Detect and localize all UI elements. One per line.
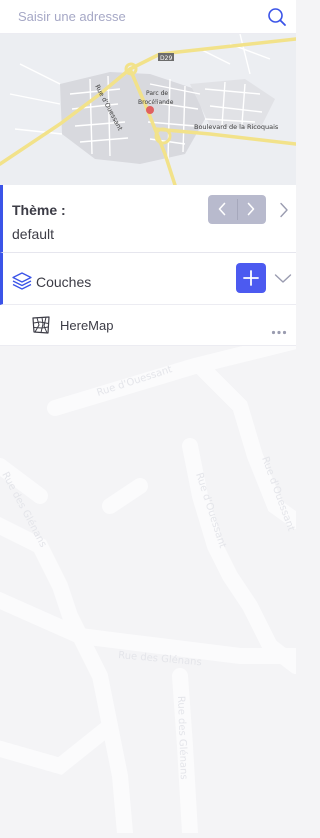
chevron-right-icon: [247, 202, 255, 216]
chevron-down-icon: [274, 274, 292, 283]
theme-section: Thème : default: [0, 185, 296, 253]
more-horizontal-icon[interactable]: [271, 322, 287, 340]
chevron-right-icon: [280, 202, 288, 218]
search-input[interactable]: [8, 5, 258, 27]
layers-label: Couches: [36, 274, 92, 290]
theme-label: Thème :: [12, 202, 66, 218]
theme-map-thumbnail: D29 Parc de Brocéliande Rue d'Ouessant B…: [0, 34, 296, 185]
search-icon[interactable]: [267, 7, 287, 27]
layer-list-item[interactable]: HereMap: [0, 305, 296, 346]
theme-value: default: [12, 226, 55, 242]
background-map[interactable]: Rue d'Ouessant Rue d'Ouessant Rue d'Oues…: [0, 333, 304, 838]
previous-theme-button[interactable]: [208, 195, 237, 224]
layers-icon: [12, 272, 32, 295]
map-grid-icon: [31, 315, 51, 340]
theme-expand-button[interactable]: [279, 202, 289, 223]
add-layer-button[interactable]: [236, 263, 266, 293]
map-park-label-2: Brocéliande: [138, 99, 174, 106]
layer-name: HereMap: [60, 318, 114, 333]
next-theme-button[interactable]: [237, 195, 266, 224]
map-park-label: Parc de: [146, 90, 168, 97]
map-boulevard-label: Boulevard de la Ricoquais: [194, 123, 279, 131]
layers-section: Couches: [0, 253, 296, 305]
plus-icon: [243, 270, 259, 286]
layers-collapse-button[interactable]: [274, 271, 292, 289]
search-bar: [0, 0, 296, 34]
theme-nav-group: [208, 195, 266, 224]
chevron-left-icon: [218, 202, 226, 216]
map-road-number: D29: [160, 55, 172, 62]
